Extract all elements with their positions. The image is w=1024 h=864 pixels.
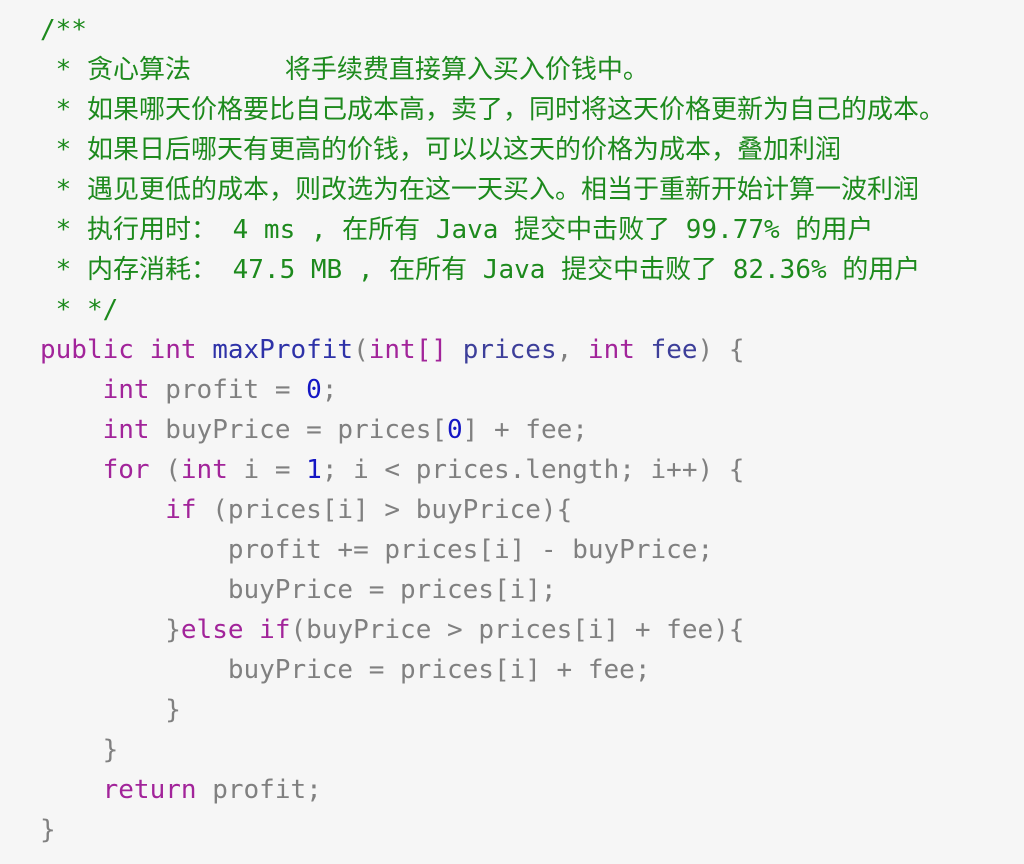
keyword-if: if [259,615,291,645]
number-literal: 0 [447,415,463,445]
doc-comment-line: * 遇见更低的成本，则改选为在这一天买入。相当于重新开始计算一波利润 [40,175,919,205]
doc-comment-line: * 如果日后哪天有更高的价钱，可以以这天的价格为成本，叠加利润 [40,135,841,165]
keyword-for: for [102,455,150,485]
code-text: buyPrice = prices[ [149,415,448,445]
code-line-close-brace: } [40,735,119,765]
doc-comment-line: * 执行用时： 4 ms , 在所有 Java 提交中击败了 99.77% 的用… [40,215,874,245]
keyword-int: int [149,335,197,365]
code-line-buyprice-decl: int buyPrice = prices[0] + fee; [40,410,1024,450]
keyword-int: int [102,375,150,405]
paren-open: ( [353,335,369,365]
code-text: (prices[i] > buyPrice){ [196,495,573,525]
code-text: profit = [149,375,307,405]
code-line-profit-decl: int profit = 0; [40,370,1024,410]
code-block[interactable]: /** * 贪心算法 将手续费直接算入买入价钱中。 * 如果哪天价格要比自己成本… [0,0,1024,864]
doc-comment-line: * 如果哪天价格要比自己成本高，卖了，同时将这天价格更新为自己的成本。 [40,95,945,125]
number-literal: 1 [306,455,322,485]
code-line-for: for (int i = 1; i < prices.length; i++) … [40,450,1024,490]
doc-comment-close: * */ [40,295,119,325]
keyword-public: public [40,335,134,365]
code-text: (buyPrice > prices[i] + fee){ [290,615,745,645]
code-line-if: if (prices[i] > buyPrice){ [40,490,1024,530]
keyword-int: int [180,455,228,485]
signature-tail: ) { [697,335,745,365]
code-line-close-method: } [40,815,56,845]
doc-comment-line: * 贪心算法 将手续费直接算入买入价钱中。 [40,55,649,85]
number-literal: 0 [306,375,322,405]
code-line-buyprice-set: buyPrice = prices[i]; [40,575,557,605]
doc-comment-line: * 内存消耗： 47.5 MB , 在所有 Java 提交中击败了 82.36%… [40,255,921,285]
code-text: ; i < prices.length; i++) { [321,455,745,485]
param-prices: prices [462,335,557,365]
code-line-close-brace: } [40,695,181,725]
code-line-else-if: }else if(buyPrice > prices[i] + fee){ [40,610,1024,650]
keyword-else: else [180,615,244,645]
keyword-int: int [587,335,635,365]
keyword-return: return [102,775,197,805]
method-name: maxProfit [212,335,354,365]
code-line-return: return profit; [40,770,1024,810]
brace: } [165,615,181,645]
code-text: profit; [196,775,322,805]
code-text: ( [149,455,181,485]
code-line-buyprice-fee: buyPrice = prices[i] + fee; [40,655,651,685]
comma: , [556,335,573,365]
param-fee: fee [650,335,698,365]
doc-comment-open: /** [40,15,87,45]
keyword-int: int [102,415,150,445]
keyword-int-array: int[] [368,335,448,365]
method-signature: public int maxProfit(int[] prices, int f… [40,330,1024,370]
code-text: i = [227,455,307,485]
keyword-if: if [165,495,197,525]
code-text: ; [321,375,338,405]
code-text: ] + fee; [462,415,588,445]
code-line-profit-add: profit += prices[i] - buyPrice; [40,535,714,565]
